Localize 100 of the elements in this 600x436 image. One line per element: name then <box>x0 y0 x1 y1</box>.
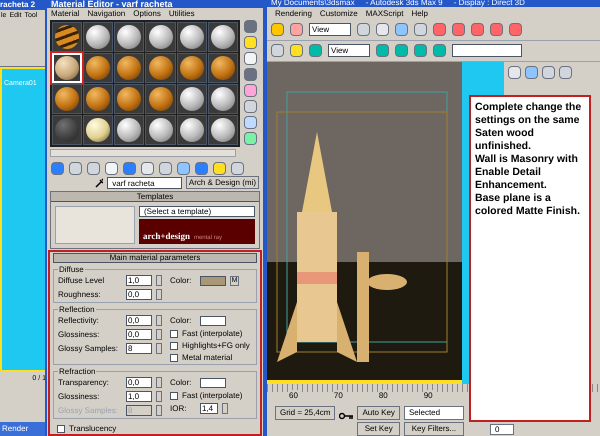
tool-icon[interactable] <box>51 162 64 175</box>
set-key-button[interactable]: Set Key <box>357 422 400 436</box>
material-type-button[interactable]: Arch & Design (mi) <box>186 176 259 189</box>
menu-item[interactable]: Customize <box>320 8 358 20</box>
tool-icon[interactable] <box>244 100 257 113</box>
menu-item[interactable]: Material <box>51 8 80 20</box>
tool-icon[interactable] <box>471 23 484 36</box>
spinner-arrows[interactable] <box>156 343 162 354</box>
named-selection-dropdown[interactable] <box>452 44 522 58</box>
menu-item[interactable]: Utilities <box>168 8 195 20</box>
spinner-field[interactable]: 8 <box>126 343 152 354</box>
spinner-arrows[interactable] <box>156 329 162 340</box>
tool-icon[interactable] <box>395 44 408 58</box>
field-label: Glossy Samples: <box>58 342 120 354</box>
tool-icon[interactable] <box>309 44 322 58</box>
checkbox[interactable] <box>170 342 178 350</box>
tool-icon[interactable] <box>231 162 244 175</box>
tool-icon[interactable] <box>357 23 370 36</box>
checkbox[interactable] <box>170 330 178 338</box>
checkbox[interactable] <box>170 392 178 400</box>
key-filters-button[interactable]: Key Filters... <box>404 422 464 436</box>
tool-icon[interactable] <box>290 23 303 36</box>
tool-icon[interactable] <box>271 44 284 58</box>
checkbox-label: Fast (interpolate) <box>182 328 242 340</box>
checkbox-label: Translucency <box>69 422 116 434</box>
tool-icon[interactable] <box>509 23 522 36</box>
frame-field[interactable]: 0 <box>490 424 514 435</box>
color-swatch[interactable] <box>200 276 226 286</box>
tool-icon[interactable] <box>452 23 465 36</box>
menu-item[interactable]: MAXScript <box>366 8 404 20</box>
eyedropper-icon[interactable] <box>95 178 104 188</box>
tool-icon[interactable] <box>433 44 446 58</box>
tool-icon[interactable] <box>244 68 257 81</box>
spinner-field[interactable]: 1,4 <box>200 403 218 414</box>
rollout-header[interactable]: Main material parameters <box>53 253 257 263</box>
tool-icon[interactable] <box>542 66 555 79</box>
window-title: Material Editor - varf racheta <box>51 0 173 8</box>
tool-icon[interactable] <box>213 162 226 175</box>
field-label: Transparency: <box>58 376 110 388</box>
checkbox[interactable] <box>57 424 65 432</box>
logo-text: arch+design <box>143 230 190 243</box>
spinner-arrows[interactable] <box>222 403 228 414</box>
tool-icon[interactable] <box>271 23 284 36</box>
view-dropdown[interactable]: View <box>328 44 370 58</box>
checkbox[interactable] <box>170 354 178 362</box>
spinner-field[interactable]: 0,0 <box>126 315 152 326</box>
tool-icon[interactable] <box>433 23 446 36</box>
tool-icon[interactable] <box>141 162 154 175</box>
tool-icon[interactable] <box>69 162 82 175</box>
tool-icon[interactable] <box>123 162 136 175</box>
tool-icon[interactable] <box>414 44 427 58</box>
tool-icon[interactable] <box>244 20 257 33</box>
menu-item[interactable]: Rendering <box>275 8 312 20</box>
template-dropdown[interactable]: (Select a template) <box>139 206 255 217</box>
auto-key-button[interactable]: Auto Key <box>357 406 400 420</box>
tool-icon[interactable] <box>508 66 521 79</box>
tool-icon[interactable] <box>559 66 572 79</box>
tool-icon[interactable] <box>159 162 172 175</box>
spinner-arrows[interactable] <box>156 377 162 388</box>
material-name-field[interactable]: varf racheta <box>107 176 182 188</box>
key-icon <box>339 412 354 420</box>
tool-icon[interactable] <box>177 162 190 175</box>
menu-item[interactable]: Options <box>133 8 161 20</box>
tool-icon[interactable] <box>490 23 503 36</box>
menu-item[interactable]: Navigation <box>87 8 126 20</box>
horizontal-scrollbar[interactable] <box>50 149 236 157</box>
spinner-field[interactable]: 1,0 <box>126 391 152 402</box>
tool-icon[interactable] <box>376 23 389 36</box>
spinner-arrows[interactable] <box>156 289 162 300</box>
menu-item[interactable]: Help <box>412 8 428 20</box>
view-dropdown[interactable]: View <box>309 23 351 36</box>
tool-icon[interactable] <box>376 44 389 58</box>
field-label: Reflectivity: <box>58 314 100 326</box>
tool-icon[interactable] <box>244 84 257 97</box>
key-mode-dropdown[interactable]: Selected <box>404 406 464 420</box>
color-swatch[interactable] <box>200 316 226 326</box>
color-label: Color: <box>170 376 192 388</box>
tool-icon[interactable] <box>244 132 257 145</box>
rollout-header[interactable]: Templates <box>51 192 259 202</box>
spinner-arrows[interactable] <box>156 391 162 402</box>
tool-icon[interactable] <box>244 116 257 129</box>
tool-icon[interactable] <box>395 23 408 36</box>
field-label: Glossiness: <box>58 390 100 402</box>
tool-icon[interactable] <box>414 23 427 36</box>
tool-icon[interactable] <box>525 66 538 79</box>
tool-icon[interactable] <box>244 36 257 49</box>
spinner-field[interactable]: 0,0 <box>126 377 152 388</box>
spinner-arrows[interactable] <box>156 405 162 416</box>
template-list[interactable] <box>55 206 135 244</box>
spinner-arrows[interactable] <box>156 275 162 286</box>
spinner-arrows[interactable] <box>156 315 162 326</box>
tool-icon[interactable] <box>244 52 257 65</box>
tool-icon[interactable] <box>195 162 208 175</box>
tool-icon[interactable] <box>290 44 303 58</box>
ior-label: IOR: <box>170 402 188 414</box>
color-swatch[interactable] <box>200 378 226 388</box>
spinner-field[interactable]: 0,0 <box>126 329 152 340</box>
tool-icon[interactable] <box>105 162 118 175</box>
spinner-field[interactable]: 1,0 <box>126 275 152 286</box>
spinner-field[interactable]: 0,0 <box>126 289 152 300</box>
